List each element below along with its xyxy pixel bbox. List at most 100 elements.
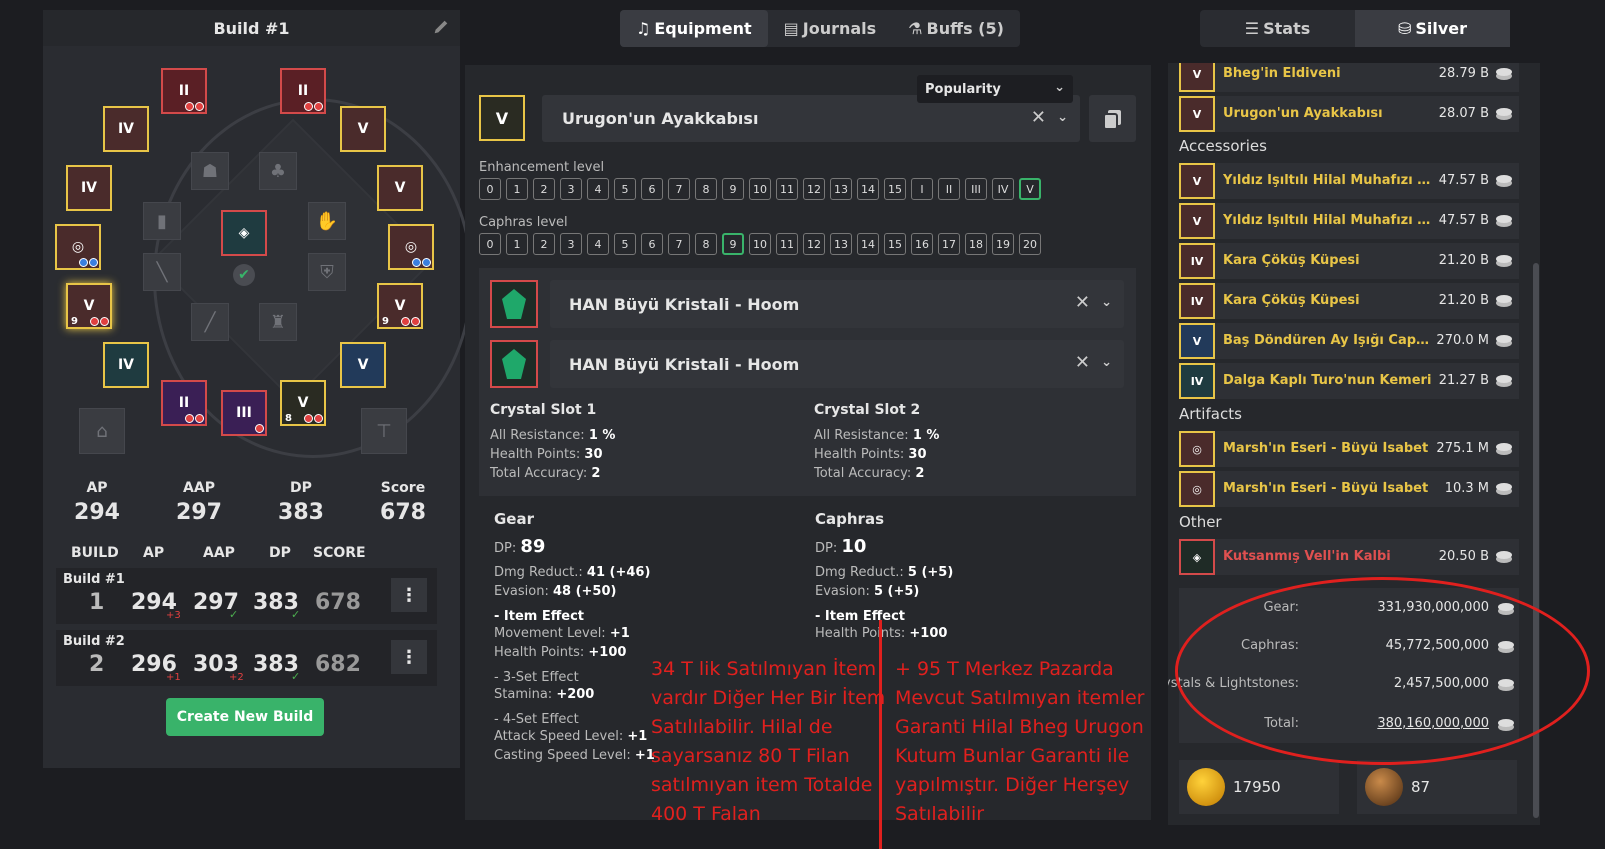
silver-item[interactable]: ◎ Marsh'ın Eseri - Büyü İsabet 10.3 M [1179, 471, 1519, 507]
shoes-slot[interactable]: ▮ [143, 202, 181, 240]
crystal-select[interactable]: HAN Büyü Kristali - Hoom ✕ ⌄ [550, 280, 1124, 328]
enhancement-level-button[interactable]: 11 [776, 178, 798, 200]
enhancement-level-button[interactable]: IV [992, 178, 1014, 200]
equipped-item-4[interactable]: V [340, 106, 386, 152]
create-new-build-button[interactable]: Create New Build [166, 698, 324, 736]
caphras-level-button[interactable]: 14 [857, 233, 879, 255]
clear-icon[interactable]: ✕ [1075, 352, 1090, 373]
silver-item[interactable]: VYıldız Işıltılı Hilal Muhafızı Yüz...47… [1179, 163, 1519, 199]
weapon-slot[interactable]: ╲ [143, 253, 181, 291]
enhancement-level-button[interactable]: 12 [803, 178, 825, 200]
enhancement-level-button[interactable]: 10 [749, 178, 771, 200]
silver-item[interactable]: ◎ Marsh'ın Eseri - Büyü İsabet 275.1 M [1179, 431, 1519, 467]
silver-item[interactable]: IV Dalga Kaplı Turo'nun Kemeri 21.27 B [1179, 363, 1519, 399]
equipped-item-5[interactable]: IV [66, 165, 112, 211]
chevron-down-icon[interactable]: ⌄ [1101, 355, 1112, 370]
enhancement-level-button[interactable]: 15 [884, 178, 906, 200]
caphras-level-button[interactable]: 16 [911, 233, 933, 255]
caphras-level-button[interactable]: 19 [992, 233, 1014, 255]
tab-silver[interactable]: ⛁ Silver [1355, 10, 1510, 47]
equipped-item-2[interactable]: II [280, 68, 326, 114]
belt-costume-slot[interactable]: ♜ [259, 303, 297, 341]
equipped-gloves[interactable]: V9 [377, 283, 423, 329]
crystal-row-2[interactable]: HAN Büyü Kristali - Hoom ✕ ⌄ [490, 340, 1124, 388]
silver-item[interactable]: IV Kara Çöküş Küpesi 21.20 B [1179, 243, 1519, 279]
tab-journals[interactable]: ▤ Journals [768, 10, 893, 47]
silver-item[interactable]: V Bheg'in Eldiveni 28.79 B [1179, 63, 1519, 92]
enhancement-level-button[interactable]: 6 [641, 178, 663, 200]
awakening-slot[interactable]: ╱ [191, 303, 229, 341]
enhancement-level-button[interactable]: 9 [722, 178, 744, 200]
copy-button[interactable] [1089, 95, 1136, 142]
heart-slot[interactable]: ◈ [221, 210, 267, 256]
pencil-icon[interactable] [432, 18, 450, 36]
silver-item[interactable]: ◈ Kutsanmış Vell'in Kalbi 20.50 B [1179, 539, 1519, 575]
tab-equipment[interactable]: ♫ Equipment [620, 10, 768, 47]
enhancement-level-button[interactable]: III [965, 178, 987, 200]
enhancement-level-button[interactable]: 5 [614, 178, 636, 200]
caphras-level-button[interactable]: 3 [560, 233, 582, 255]
crystal-select[interactable]: HAN Büyü Kristali - Hoom ✕ ⌄ [550, 340, 1124, 388]
caphras-level-button[interactable]: 9 [722, 233, 744, 255]
enhancement-level-button[interactable]: 8 [695, 178, 717, 200]
caphras-level-button[interactable]: 12 [803, 233, 825, 255]
caphras-level-button[interactable]: 13 [830, 233, 852, 255]
silver-item[interactable]: V Urugon'un Ayakkabısı 28.07 B [1179, 96, 1519, 132]
book-slot[interactable]: ⌂ [79, 408, 125, 454]
equipped-item-6[interactable]: V [377, 165, 423, 211]
enhancement-level-button[interactable]: 7 [668, 178, 690, 200]
equipped-shoes[interactable]: V9 [66, 283, 112, 329]
chevron-down-icon[interactable]: ⌄ [1057, 110, 1068, 125]
equipped-item-3[interactable]: IV [103, 106, 149, 152]
caphras-level-button[interactable]: 1 [506, 233, 528, 255]
armor-slot[interactable]: ♣ [259, 152, 297, 190]
caphras-level-button[interactable]: 10 [749, 233, 771, 255]
enhancement-level-button[interactable]: II [938, 178, 960, 200]
tool-slot[interactable]: ⊤ [361, 408, 407, 454]
caphras-level-button[interactable]: 20 [1019, 233, 1041, 255]
offhand-slot[interactable]: ⛨ [308, 253, 346, 291]
enhancement-level-button[interactable]: 14 [857, 178, 879, 200]
caphras-level-button[interactable]: 11 [776, 233, 798, 255]
equipped-ring-right[interactable]: ◎ [388, 224, 434, 270]
tab-stats[interactable]: ☰ Stats [1200, 10, 1355, 47]
silver-item[interactable]: IV Kara Çöküş Küpesi 21.20 B [1179, 283, 1519, 319]
equipped-offhand[interactable]: V8 [280, 380, 326, 426]
silver-item[interactable]: V Baş Döndüren Ay Işığı Capoti... 270.0 M [1179, 323, 1519, 359]
equipped-ring-left[interactable]: ◎ [55, 224, 101, 270]
gloves-slot[interactable]: ✋ [308, 202, 346, 240]
caphras-level-button[interactable]: 5 [614, 233, 636, 255]
enhancement-level-button[interactable]: 4 [587, 178, 609, 200]
sort-select[interactable]: Popularity ⌄ [917, 75, 1073, 103]
equipped-necklace[interactable]: V [340, 342, 386, 388]
caphras-level-button[interactable]: 6 [641, 233, 663, 255]
caphras-level-button[interactable]: 0 [479, 233, 501, 255]
enhancement-level-button[interactable]: 13 [830, 178, 852, 200]
enhancement-level-button[interactable]: 0 [479, 178, 501, 200]
enhancement-level-button[interactable]: 1 [506, 178, 528, 200]
build-row-2[interactable]: Build #2 2 296 +1 303 +2 383 ✓ 682 ⋮ [56, 630, 437, 686]
equipped-belt[interactable]: IV [103, 342, 149, 388]
caphras-level-button[interactable]: 17 [938, 233, 960, 255]
enhancement-level-button[interactable]: V [1019, 178, 1041, 200]
crystal-row-1[interactable]: HAN Büyü Kristali - Hoom ✕ ⌄ [490, 280, 1124, 328]
chevron-down-icon[interactable]: ⌄ [1101, 295, 1112, 310]
equipped-awakening[interactable]: III [221, 390, 267, 436]
enhancement-level-button[interactable]: 2 [533, 178, 555, 200]
enhancement-level-button[interactable]: I [911, 178, 933, 200]
build-row-1[interactable]: Build #1 1 294 +3 297 ✓ 383 ✓ 678 ⋮ [56, 568, 437, 624]
caphras-level-button[interactable]: 15 [884, 233, 906, 255]
tab-buffs[interactable]: ⚗ Buffs (5) [892, 10, 1020, 47]
equipped-item-1[interactable]: II [161, 68, 207, 114]
caphras-level-button[interactable]: 18 [965, 233, 987, 255]
caphras-level-button[interactable]: 7 [668, 233, 690, 255]
silver-item[interactable]: VYıldız Işıltılı Hilal Muhafızı Yüz...47… [1179, 203, 1519, 239]
helmet-slot[interactable]: ☗ [191, 152, 229, 190]
caphras-level-button[interactable]: 4 [587, 233, 609, 255]
clear-icon[interactable]: ✕ [1075, 292, 1090, 313]
build-menu-button[interactable]: ⋮ [391, 640, 427, 674]
clear-icon[interactable]: ✕ [1031, 107, 1046, 128]
build-menu-button[interactable]: ⋮ [391, 578, 427, 612]
enhancement-level-button[interactable]: 3 [560, 178, 582, 200]
equipped-weapon[interactable]: II [161, 380, 207, 426]
